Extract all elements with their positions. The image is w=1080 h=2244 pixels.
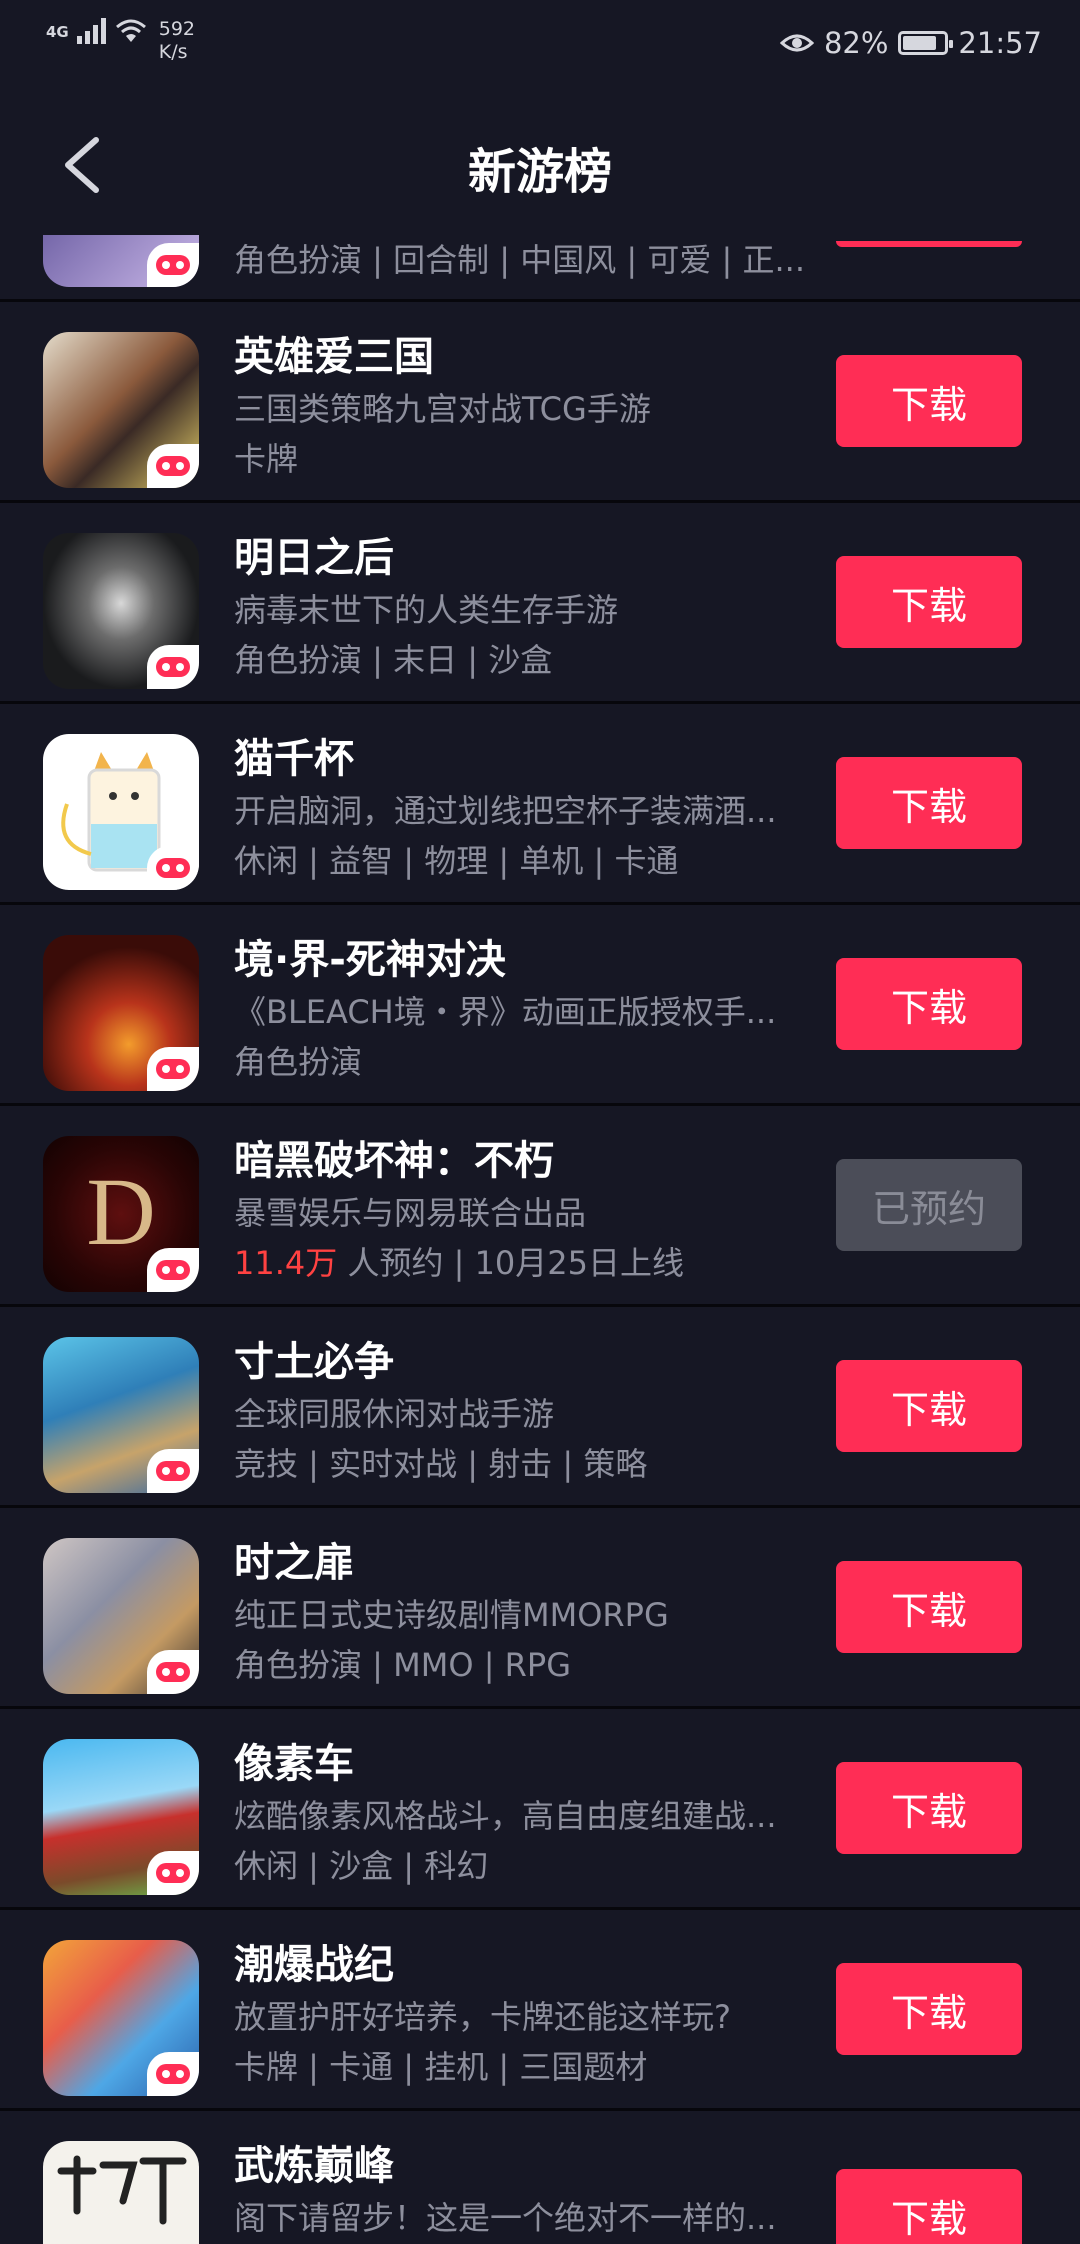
game-tags: 卡牌 | 卡通 | 挂机 | 三国题材 [234, 2048, 648, 2086]
game-icon [43, 1538, 199, 1694]
tap-badge-icon [147, 2052, 199, 2096]
eye-comfort-icon [779, 34, 814, 52]
net-speed-value: 592 [158, 18, 196, 40]
net-speed-unit: K/s [158, 41, 188, 63]
nav-header: 新游榜 [0, 90, 1080, 235]
game-desc: 纯正日式史诗级剧情MMORPG [234, 1596, 669, 1634]
game-desc: 放置护肝好培养，卡牌还能这样玩? [234, 1998, 731, 2036]
game-desc: 炫酷像素风格战斗，高自由度组建战... [234, 1797, 777, 1835]
net-speed: 592 K/s [155, 18, 195, 64]
game-tags: 角色扮演 | 末日 | 沙盒 [234, 641, 553, 679]
status-bar: 4G 592 K/s 82% 21:57 [0, 0, 1080, 90]
download-button[interactable]: 下载 [836, 958, 1022, 1050]
game-tags: 角色扮演 [234, 1043, 363, 1081]
game-icon [43, 2141, 199, 2244]
list-item[interactable]: 武炼巅峰 阁下请留步！这是一个绝对不一样的... 下载 [0, 2111, 1080, 2244]
game-icon [43, 533, 199, 689]
list-item[interactable]: 像素车 炫酷像素风格战斗，高自由度组建战... 休闲 | 沙盒 | 科幻 下载 [0, 1709, 1080, 1910]
network-type: 4G [46, 23, 69, 41]
game-icon [43, 332, 199, 488]
game-desc: 《BLEACH境・界》动画正版授权手... [234, 993, 777, 1031]
download-button[interactable]: 下载 [836, 1762, 1022, 1854]
page-title: 新游榜 [467, 144, 612, 200]
list-item[interactable]: 潮爆战纪 放置护肝好培养，卡牌还能这样玩? 卡牌 | 卡通 | 挂机 | 三国题… [0, 1910, 1080, 2111]
game-icon [43, 1739, 199, 1895]
battery-fill [903, 36, 936, 50]
svg-text:D: D [86, 1158, 155, 1265]
list-item[interactable]: 境·界-死神对决 《BLEACH境・界》动画正版授权手... 角色扮演 下载 [0, 905, 1080, 1106]
reserve-count: 11.4万 [234, 1244, 338, 1282]
battery-icon [898, 31, 954, 55]
download-button[interactable]: 下载 [836, 757, 1022, 849]
tap-badge-icon [147, 1449, 199, 1493]
game-name: 明日之后 [234, 535, 394, 581]
reserved-button[interactable]: 已预约 [836, 1159, 1022, 1251]
signal-icon [76, 18, 106, 44]
clock: 21:57 [958, 26, 1042, 60]
game-tags: 竞技 | 实时对战 | 射击 | 策略 [234, 1445, 648, 1483]
list-item[interactable]: D 暗黑破坏神：不朽 暴雪娱乐与网易联合出品 11.4万 人预约 | 10月25… [0, 1106, 1080, 1307]
game-desc: 全球同服休闲对战手游 [234, 1395, 555, 1433]
download-button[interactable]: 下载 [836, 556, 1022, 648]
game-desc: 开启脑洞，通过划线把空杯子装满酒... [234, 792, 777, 830]
list-item[interactable]: 猫千杯 开启脑洞，通过划线把空杯子装满酒... 休闲 | 益智 | 物理 | 单… [0, 704, 1080, 905]
download-button[interactable]: 下载 [836, 1561, 1022, 1653]
game-icon [43, 734, 199, 890]
game-tags: 角色扮演 | MMO | RPG [234, 1646, 571, 1684]
game-icon [43, 1940, 199, 2096]
game-name: 时之扉 [234, 1540, 354, 1586]
game-desc: 三国类策略九宫对战TCG手游 [234, 390, 651, 428]
game-tags: 卡牌 [234, 440, 299, 478]
game-tags: 角色扮演 | 回合制 | 中国风 | 可爱 | 正... [234, 241, 806, 279]
tap-badge-icon [147, 1248, 199, 1292]
download-button[interactable]: 下载 [836, 2169, 1022, 2244]
game-desc: 阁下请留步！这是一个绝对不一样的... [234, 2199, 777, 2237]
tap-badge-icon [147, 1851, 199, 1895]
tap-badge-icon [147, 1650, 199, 1694]
calligraphy-icon [57, 2155, 187, 2225]
download-button[interactable]: 下载 [836, 1360, 1022, 1452]
list-item[interactable]: 寸土必争 全球同服休闲对战手游 竞技 | 实时对战 | 射击 | 策略 下载 [0, 1307, 1080, 1508]
list-item[interactable]: 明日之后 病毒末世下的人类生存手游 角色扮演 | 末日 | 沙盒 下载 [0, 503, 1080, 704]
tap-badge-icon [147, 444, 199, 488]
download-button[interactable]: 下载 [836, 355, 1022, 447]
game-name: 境·界-死神对决 [234, 937, 506, 983]
game-desc: 暴雪娱乐与网易联合出品 [234, 1194, 587, 1232]
reserve-info: 11.4万 人预约 | 10月25日上线 [234, 1238, 814, 1284]
game-name: 潮爆战纪 [234, 1942, 394, 1988]
game-desc: 病毒末世下的人类生存手游 [234, 591, 619, 629]
tap-badge-icon [147, 243, 199, 287]
tap-badge-icon [147, 645, 199, 689]
tap-badge-icon [147, 846, 199, 890]
game-icon [43, 935, 199, 1091]
list-item[interactable]: 时之扉 纯正日式史诗级剧情MMORPG 角色扮演 | MMO | RPG 下载 [0, 1508, 1080, 1709]
download-button[interactable] [836, 241, 1022, 247]
game-name: 像素车 [234, 1741, 354, 1787]
download-button[interactable]: 下载 [836, 1963, 1022, 2055]
game-tags: 休闲 | 沙盒 | 科幻 [234, 1847, 489, 1885]
game-list: 角色扮演 | 回合制 | 中国风 | 可爱 | 正... 英雄爱三国 三国类策略… [0, 0, 1080, 2244]
game-name: 寸土必争 [234, 1339, 394, 1385]
game-name: 暗黑破坏神：不朽 [234, 1138, 554, 1184]
game-icon [43, 1337, 199, 1493]
status-left: 4G 592 K/s [46, 18, 195, 64]
reserve-rest: 人预约 | 10月25日上线 [337, 1244, 685, 1282]
wifi-icon [115, 19, 146, 42]
tap-badge-icon [147, 1047, 199, 1091]
list-item[interactable]: 英雄爱三国 三国类策略九宫对战TCG手游 卡牌 下载 [0, 302, 1080, 503]
game-name: 猫千杯 [234, 736, 354, 782]
game-name: 英雄爱三国 [234, 334, 434, 380]
battery-percent: 82% [823, 26, 889, 60]
game-tags: 休闲 | 益智 | 物理 | 单机 | 卡通 [234, 842, 679, 880]
game-name: 武炼巅峰 [234, 2143, 394, 2189]
game-icon: D [43, 1136, 199, 1292]
status-right: 82% 21:57 [779, 26, 1042, 60]
